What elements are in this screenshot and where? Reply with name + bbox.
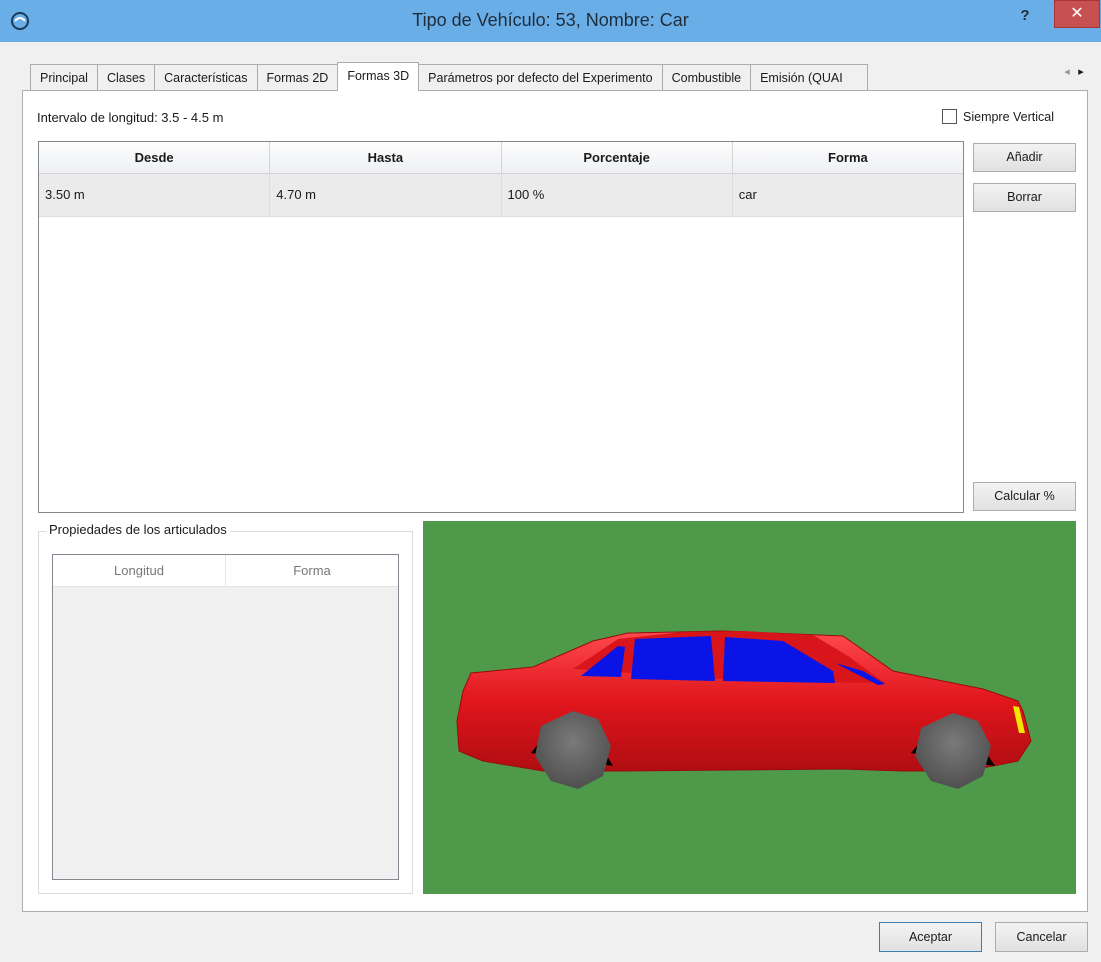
column-porcentaje[interactable]: Porcentaje <box>502 142 733 173</box>
tab-strip: Principal Clases Características Formas … <box>30 62 869 91</box>
delete-button[interactable]: Borrar <box>973 183 1076 212</box>
tab-formas-3d[interactable]: Formas 3D <box>337 62 420 91</box>
tab-scroll-right-icon[interactable]: ▸ <box>1074 65 1088 78</box>
column-desde[interactable]: Desde <box>39 142 271 173</box>
always-vertical-label: Siempre Vertical <box>963 109 1055 124</box>
articulated-table: Longitud Forma <box>52 554 399 880</box>
column-forma-articulado[interactable]: Forma <box>226 555 398 586</box>
3d-preview-viewport[interactable] <box>423 521 1076 894</box>
window-title: Tipo de Vehículo: 53, Nombre: Car <box>412 10 689 30</box>
column-longitud[interactable]: Longitud <box>53 555 226 586</box>
tab-scroll-left-icon[interactable]: ◂ <box>1060 65 1074 78</box>
tab-parametros[interactable]: Parámetros por defecto del Experimento <box>418 64 663 90</box>
column-hasta[interactable]: Hasta <box>270 142 502 173</box>
always-vertical-checkbox[interactable] <box>942 109 957 124</box>
tab-emision[interactable]: Emisión (QUAI <box>750 64 869 90</box>
help-button[interactable]: ? <box>1010 6 1040 28</box>
cancel-button[interactable]: Cancelar <box>995 922 1088 952</box>
tab-caracteristicas[interactable]: Características <box>154 64 258 90</box>
tab-formas-2d[interactable]: Formas 2D <box>256 64 339 90</box>
articulated-properties-title: Propiedades de los articulados <box>46 522 230 537</box>
title-bar: Tipo de Vehículo: 53, Nombre: Car ? ✕ <box>0 0 1101 42</box>
close-button[interactable]: ✕ <box>1054 0 1100 28</box>
cell-hasta[interactable]: 4.70 m <box>270 174 502 216</box>
table-header: Desde Hasta Porcentaje Forma <box>39 142 963 174</box>
table-row[interactable]: 3.50 m 4.70 m 100 % car <box>39 174 963 217</box>
articulated-table-header: Longitud Forma <box>53 555 398 587</box>
cell-desde[interactable]: 3.50 m <box>39 174 271 216</box>
tab-principal[interactable]: Principal <box>30 64 98 90</box>
car-3d-model <box>456 630 1032 789</box>
tab-combustible[interactable]: Combustible <box>661 64 752 90</box>
shapes-table: Desde Hasta Porcentaje Forma 3.50 m 4.70… <box>38 141 964 513</box>
accept-button[interactable]: Aceptar <box>879 922 982 952</box>
length-interval-label: Intervalo de longitud: 3.5 - 4.5 m <box>37 110 224 125</box>
always-vertical-option[interactable]: Siempre Vertical <box>942 109 1054 124</box>
cell-porcentaje[interactable]: 100 % <box>502 174 733 216</box>
tab-clases[interactable]: Clases <box>96 64 156 90</box>
calculate-percent-button[interactable]: Calcular % <box>973 482 1076 511</box>
column-forma[interactable]: Forma <box>733 142 963 173</box>
tab-scroll: ◂ ▸ <box>1060 65 1090 85</box>
cell-forma[interactable]: car <box>733 174 963 216</box>
add-button[interactable]: Añadir <box>973 143 1076 172</box>
